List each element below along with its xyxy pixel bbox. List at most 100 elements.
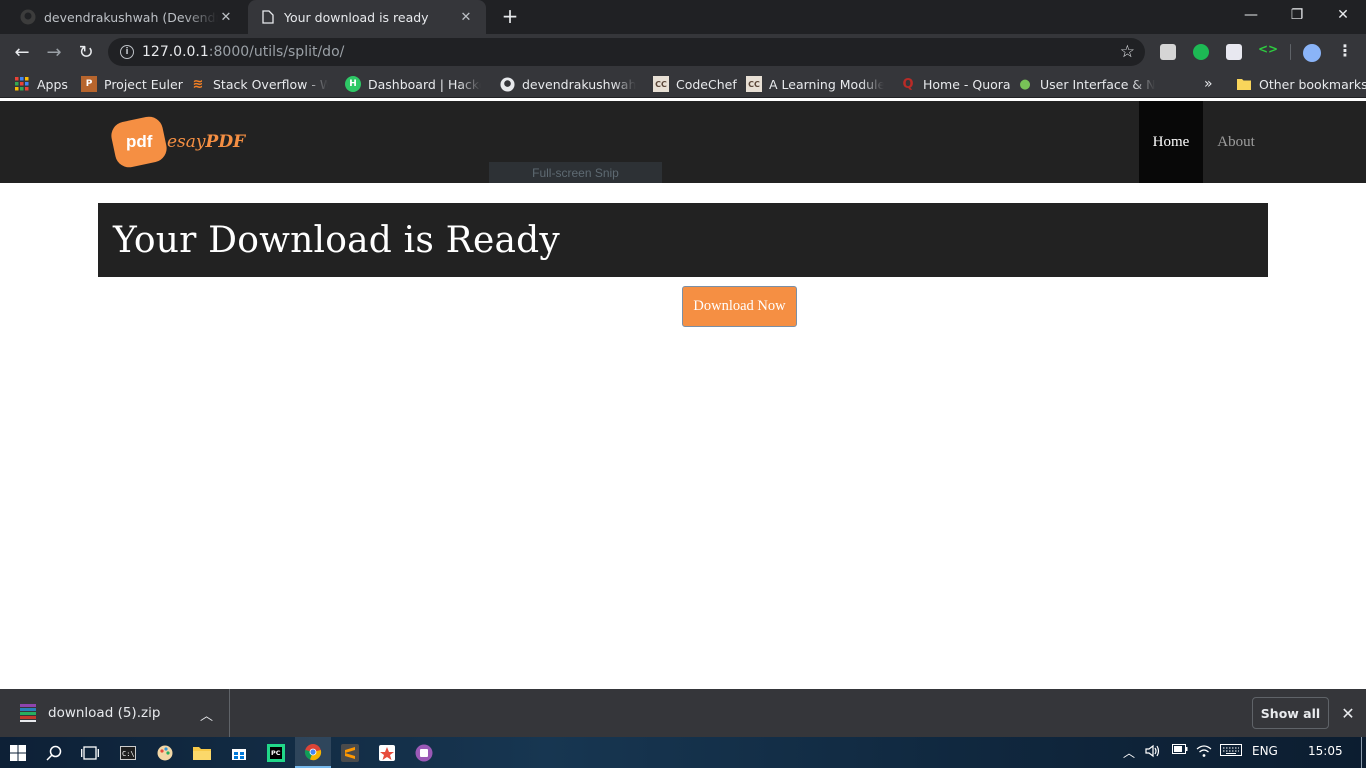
address-bar[interactable]: i 127.0.0.1:8000/utils/split/do/ ☆ bbox=[108, 38, 1145, 66]
tab-title: devendrakushwah (Devendra Kushwah) bbox=[44, 9, 218, 25]
bookmark-label: devendrakushwah · G bbox=[522, 76, 636, 92]
bookmark-quora[interactable]: Q Home - Quora bbox=[900, 75, 1011, 93]
bookmark-star-icon[interactable]: ☆ bbox=[1120, 42, 1135, 62]
new-tab-button[interactable]: + bbox=[498, 5, 522, 29]
snip-tooltip: Full-screen Snip bbox=[489, 162, 662, 183]
browser-toolbar: ← → ↻ i 127.0.0.1:8000/utils/split/do/ ☆… bbox=[0, 34, 1366, 70]
page-title: Your Download is Ready bbox=[113, 219, 560, 261]
download-item[interactable]: download (5).zip bbox=[0, 689, 230, 737]
chrome-menu-icon[interactable]: ⋮ bbox=[1337, 41, 1353, 60]
bookmark-label: Stack Overflow - Whe bbox=[213, 76, 328, 92]
quora-icon: Q bbox=[902, 76, 914, 92]
browser-tab-strip: devendrakushwah (Devendra Kushwah) ✕ You… bbox=[0, 0, 1366, 34]
window-close-icon[interactable]: ✕ bbox=[1320, 0, 1366, 30]
windows-start-icon[interactable] bbox=[6, 741, 30, 765]
store-icon[interactable] bbox=[227, 741, 251, 765]
project-euler-icon: P bbox=[81, 76, 97, 92]
extension-green-icon[interactable] bbox=[1193, 44, 1209, 60]
pycharm-icon[interactable]: PC bbox=[264, 741, 288, 765]
svg-text:C:\: C:\ bbox=[122, 750, 135, 758]
codechef-icon: CC bbox=[653, 76, 669, 92]
minimize-icon[interactable]: — bbox=[1228, 0, 1274, 30]
tab-github-profile[interactable]: devendrakushwah (Devendra Kushwah) ✕ bbox=[8, 0, 246, 34]
url-host: 127.0.0.1 bbox=[142, 44, 209, 60]
tab-close-icon[interactable]: ✕ bbox=[458, 9, 474, 25]
show-desktop-strip[interactable] bbox=[1361, 737, 1362, 768]
bookmark-project-euler[interactable]: P Project Euler bbox=[81, 75, 183, 93]
bookmark-label: Home - Quora bbox=[923, 76, 1011, 92]
tab-download-ready[interactable]: Your download is ready ✕ bbox=[248, 0, 486, 34]
restore-icon[interactable]: ❐ bbox=[1274, 0, 1320, 30]
terminal-icon[interactable]: C:\ bbox=[116, 741, 140, 765]
bookmark-label: Project Euler bbox=[104, 76, 183, 92]
download-shelf: download (5).zip ︿ Show all ✕ bbox=[0, 689, 1366, 737]
bookmarks-overflow-icon[interactable]: » bbox=[1204, 75, 1213, 93]
bookmark-github[interactable]: devendrakushwah · G bbox=[499, 75, 636, 93]
github-icon bbox=[499, 76, 515, 92]
extension-cube-icon[interactable] bbox=[1160, 44, 1176, 60]
github-icon bbox=[20, 9, 36, 25]
zip-archive-icon bbox=[20, 704, 36, 722]
windows-taskbar: C:\ PC ︿ ENG 15:05 bbox=[0, 737, 1366, 768]
forward-arrow-icon[interactable]: → bbox=[40, 38, 68, 66]
bookmark-label: A Learning Module fo bbox=[769, 76, 884, 92]
folder-icon bbox=[1236, 76, 1252, 92]
bookmark-label: Apps bbox=[37, 76, 68, 92]
sublime-text-icon[interactable] bbox=[338, 741, 362, 765]
clock-time[interactable]: 15:05 bbox=[1308, 744, 1343, 758]
show-all-button[interactable]: Show all bbox=[1252, 697, 1329, 729]
bookmark-label: Other bookmarks bbox=[1259, 76, 1366, 92]
keyboard-icon[interactable] bbox=[1220, 744, 1242, 756]
task-view-icon[interactable] bbox=[78, 741, 102, 765]
bookmark-codechef[interactable]: CC CodeChef bbox=[653, 75, 737, 93]
bookmarks-bar: Apps P Project Euler ≋ Stack Overflow - … bbox=[0, 70, 1366, 98]
svg-text:PC: PC bbox=[271, 749, 281, 757]
other-bookmarks[interactable]: Other bookmarks bbox=[1236, 75, 1366, 93]
search-icon[interactable] bbox=[42, 741, 66, 765]
back-arrow-icon[interactable]: ← bbox=[8, 38, 36, 66]
site-logo[interactable]: pdf esayPDF bbox=[108, 114, 245, 170]
logo-text-bold: PDF bbox=[205, 132, 246, 152]
stackoverflow-icon: ≋ bbox=[192, 76, 204, 92]
extension-pdf-icon[interactable] bbox=[1226, 44, 1242, 60]
logo-text: esayPDF bbox=[167, 132, 245, 152]
wifi-icon[interactable] bbox=[1196, 744, 1212, 758]
bookmark-android-ui[interactable]: ● User Interface & Navi bbox=[1017, 75, 1155, 93]
paint-icon[interactable] bbox=[153, 741, 177, 765]
bookmark-learning-module[interactable]: CC A Learning Module fo bbox=[746, 75, 884, 93]
input-language[interactable]: ENG bbox=[1252, 744, 1278, 758]
chrome-icon[interactable] bbox=[295, 737, 331, 768]
chevron-up-icon[interactable]: ︿ bbox=[200, 705, 213, 724]
bookmark-stack-overflow[interactable]: ≋ Stack Overflow - Whe bbox=[190, 75, 328, 93]
bookmark-label: CodeChef bbox=[676, 76, 737, 92]
nav-home-link[interactable]: Home bbox=[1139, 101, 1203, 183]
page-icon bbox=[260, 9, 276, 25]
logo-text-light: esay bbox=[167, 132, 206, 152]
bookmark-label: User Interface & Navi bbox=[1040, 76, 1155, 92]
hackerrank-icon: H bbox=[345, 76, 361, 92]
download-now-button[interactable]: Download Now bbox=[682, 286, 797, 327]
volume-icon[interactable] bbox=[1145, 744, 1161, 758]
purple-app-icon[interactable] bbox=[412, 741, 436, 765]
heading-banner: Your Download is Ready bbox=[98, 203, 1268, 277]
bookmark-label: Dashboard | HackerR bbox=[368, 76, 481, 92]
battery-icon[interactable] bbox=[1172, 744, 1188, 754]
bookmark-hackerrank[interactable]: H Dashboard | HackerR bbox=[345, 75, 481, 93]
extension-code-icon[interactable]: <> bbox=[1258, 42, 1278, 58]
tab-close-icon[interactable]: ✕ bbox=[218, 9, 234, 25]
site-navbar: pdf esayPDF Home About bbox=[0, 101, 1366, 183]
tray-chevron-icon[interactable]: ︿ bbox=[1123, 744, 1135, 761]
reload-icon[interactable]: ↻ bbox=[72, 38, 100, 66]
bookmark-apps[interactable]: Apps bbox=[14, 75, 68, 93]
close-shelf-icon[interactable]: ✕ bbox=[1338, 703, 1358, 723]
android-icon: ● bbox=[1019, 76, 1031, 92]
red-app-icon[interactable] bbox=[375, 741, 399, 765]
file-explorer-icon[interactable] bbox=[190, 741, 214, 765]
profile-avatar[interactable] bbox=[1303, 44, 1321, 62]
site-info-icon[interactable]: i bbox=[120, 45, 134, 59]
logo-badge-text: pdf bbox=[125, 132, 153, 151]
nav-about-link[interactable]: About bbox=[1203, 101, 1269, 183]
pdf-logo-icon: pdf bbox=[108, 114, 170, 170]
tab-title: Your download is ready bbox=[284, 9, 429, 25]
apps-grid-icon bbox=[14, 76, 30, 92]
